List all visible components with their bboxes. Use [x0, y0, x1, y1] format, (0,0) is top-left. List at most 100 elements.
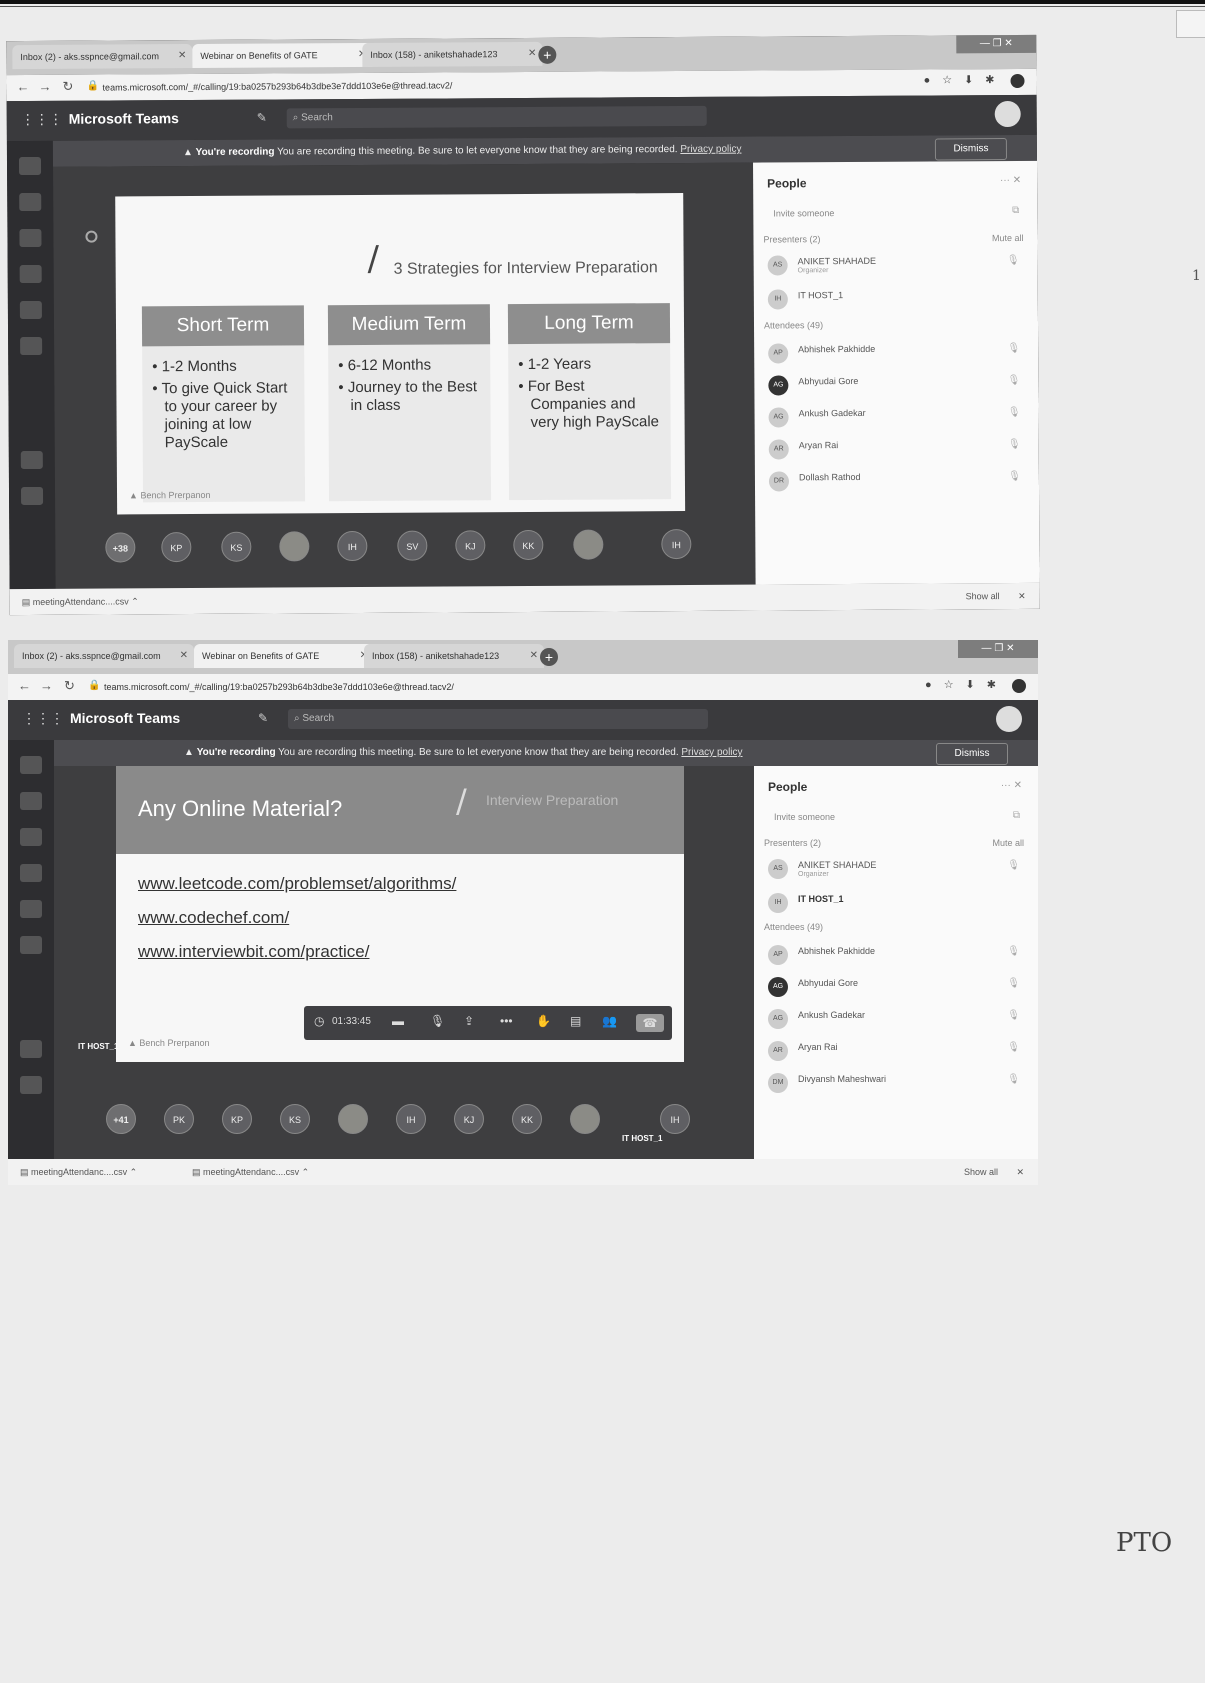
attendees-header[interactable]: Attendees (49) [764, 320, 823, 330]
participant-avatar-photo[interactable] [573, 529, 604, 560]
download-item[interactable]: ▤ meetingAttendanc....csv ⌃ [22, 588, 139, 615]
participant-avatar[interactable]: IH [660, 1104, 690, 1134]
compose-icon[interactable]: ✎ [258, 711, 268, 725]
teams-icon[interactable] [20, 828, 42, 846]
reload-icon[interactable]: ↻ [62, 79, 73, 95]
profile-icon[interactable] [1010, 73, 1025, 89]
resource-link[interactable]: www.interviewbit.com/practice/ [138, 942, 456, 962]
participant-row[interactable]: AG Ankush Gadekar 🎙 [768, 1006, 1024, 1034]
presenters-header[interactable]: Presenters (2) [763, 234, 820, 244]
chat-icon[interactable] [19, 192, 42, 212]
participant-row[interactable]: AG Ankush Gadekar 🎙 [768, 403, 1024, 433]
participant-avatar-photo[interactable] [570, 1104, 600, 1134]
more-participants-button[interactable]: +38 [105, 532, 136, 563]
participant-row[interactable]: DR Dollash Rathod 🎙 [768, 467, 1025, 497]
back-icon[interactable]: ← [16, 79, 29, 94]
browser-tab-gmail[interactable]: Inbox (2) - aks.sspnce@gmail.com ✕ [12, 44, 193, 70]
privacy-policy-link[interactable]: Privacy policy [680, 144, 741, 155]
assignments-icon[interactable] [19, 264, 42, 284]
resource-link[interactable]: www.codechef.com/ [138, 908, 456, 928]
search-input[interactable]: ⌕ Search [286, 105, 707, 129]
presenters-header[interactable]: Presenters (2) [764, 838, 821, 848]
participant-avatar[interactable]: IH [337, 530, 368, 562]
participant-avatar[interactable]: KK [512, 1104, 542, 1134]
dismiss-button[interactable]: Dismiss [936, 743, 1008, 765]
camera-off-icon[interactable]: ▬ [392, 1014, 404, 1028]
close-downloads-icon[interactable]: ✕ [1016, 1159, 1024, 1185]
participant-row[interactable]: AG Abhyudai Gore 🎙 [768, 371, 1024, 401]
new-tab-icon[interactable]: + [540, 648, 558, 666]
mic-off-icon[interactable]: 🎙 [430, 1014, 445, 1028]
dismiss-button[interactable]: Dismiss [934, 138, 1008, 161]
close-tab-icon[interactable]: ✕ [530, 644, 538, 668]
participants-icon[interactable]: 👥 [602, 1014, 617, 1028]
leave-call-button[interactable]: ☎ [636, 1014, 664, 1032]
url-input[interactable]: teams.microsoft.com/_#/calling/19:ba0257… [104, 678, 884, 696]
forward-icon[interactable]: → [38, 79, 51, 94]
more-participants-button[interactable]: +41 [106, 1104, 136, 1134]
share-screen-icon[interactable]: ⇪ [464, 1014, 474, 1028]
participant-row[interactable]: AP Abhishek Pakhidde 🎙 [768, 942, 1024, 970]
participant-avatar[interactable]: KS [280, 1104, 310, 1134]
help-icon[interactable] [20, 1076, 42, 1094]
share-invite-icon[interactable]: ⧉ [1012, 205, 1019, 216]
search-input[interactable]: ⌕ Search [288, 709, 708, 729]
more-apps-icon[interactable] [20, 336, 43, 356]
participant-row[interactable]: AG Abhyudai Gore 🎙 [768, 974, 1024, 1002]
participant-avatar-photo[interactable] [279, 531, 310, 562]
privacy-policy-link[interactable]: Privacy policy [681, 747, 742, 758]
participant-avatar[interactable]: KP [222, 1104, 252, 1134]
participant-avatar[interactable]: KK [513, 529, 544, 561]
window-controls[interactable]: — ❐ ✕ [958, 640, 1038, 658]
people-panel-controls[interactable]: ··· ✕ [1000, 175, 1021, 186]
assignments-icon[interactable] [20, 864, 42, 882]
participant-avatar[interactable]: PK [164, 1104, 194, 1134]
close-tab-icon[interactable]: ✕ [180, 644, 188, 668]
people-panel-controls[interactable]: ··· ✕ [1001, 780, 1022, 791]
participant-avatar-photo[interactable] [338, 1104, 368, 1134]
participant-row[interactable]: IH IT HOST_1 [767, 285, 1024, 315]
participant-avatar[interactable]: KS [221, 531, 252, 562]
participant-avatar[interactable]: SV [397, 530, 428, 561]
invite-someone-input[interactable]: Invite someone [774, 812, 835, 822]
participant-row[interactable]: AR Aryan Rai 🎙 [768, 435, 1025, 465]
close-downloads-icon[interactable]: ✕ [1018, 583, 1026, 609]
participant-row[interactable]: DM Divyansh Maheshwari 🎙 [768, 1070, 1024, 1098]
back-icon[interactable]: ← [18, 678, 31, 693]
app-launcher-icon[interactable]: ⋮⋮⋮ [22, 710, 64, 727]
app-launcher-icon[interactable]: ⋮⋮⋮ [21, 111, 63, 128]
mute-all-button[interactable]: Mute all [992, 233, 1024, 243]
participant-row[interactable]: AR Aryan Rai 🎙 [768, 1038, 1024, 1066]
user-avatar[interactable] [996, 706, 1022, 732]
chat-icon[interactable] [20, 792, 42, 810]
raise-hand-icon[interactable]: ✋ [536, 1014, 551, 1028]
compose-icon[interactable]: ✎ [257, 111, 267, 125]
forward-icon[interactable]: → [40, 678, 53, 693]
browser-tab-webinar[interactable]: Webinar on Benefits of GATE✕ [194, 644, 374, 668]
resource-link[interactable]: www.leetcode.com/problemset/algorithms/ [138, 874, 456, 894]
invite-someone-input[interactable]: Invite someone [773, 208, 834, 218]
apps-icon[interactable] [20, 1040, 42, 1058]
browser-extension-icons[interactable]: ●☆⬇✱ [925, 678, 1008, 691]
browser-extension-icons[interactable]: ●☆⬇✱ [924, 73, 1007, 87]
participant-row[interactable]: AS ANIKET SHAHADE Organizer 🎙 [768, 856, 1024, 884]
calendar-icon[interactable] [19, 300, 42, 320]
download-item[interactable]: ▤ meetingAttendanc....csv ⌃ [192, 1159, 309, 1185]
activity-icon[interactable] [18, 156, 42, 176]
participant-avatar[interactable]: IH [661, 528, 692, 560]
browser-tab-inbox[interactable]: Inbox (158) - aniketshahade123 ✕ [362, 41, 543, 67]
teams-icon[interactable] [19, 228, 42, 248]
new-tab-icon[interactable]: + [538, 45, 557, 64]
share-invite-icon[interactable]: ⧉ [1013, 810, 1020, 821]
participant-avatar[interactable]: KJ [454, 1104, 484, 1134]
participant-avatar[interactable]: IH [396, 1104, 426, 1134]
browser-tab-webinar[interactable]: Webinar on Benefits of GATE✕ [192, 42, 373, 69]
url-input[interactable]: teams.microsoft.com/_#/calling/19:ba0257… [102, 74, 882, 97]
participant-row[interactable]: IH IT HOST_1 [768, 890, 1024, 918]
browser-tab-inbox[interactable]: Inbox (158) - aniketshahade123 ✕ [364, 644, 544, 668]
mute-all-button[interactable]: Mute all [992, 838, 1024, 848]
show-all-downloads[interactable]: Show all [964, 1159, 998, 1185]
reload-icon[interactable]: ↻ [64, 678, 75, 694]
activity-icon[interactable] [20, 756, 42, 774]
participant-row[interactable]: AS ANIKET SHAHADE Organizer 🎙 [767, 251, 1024, 281]
